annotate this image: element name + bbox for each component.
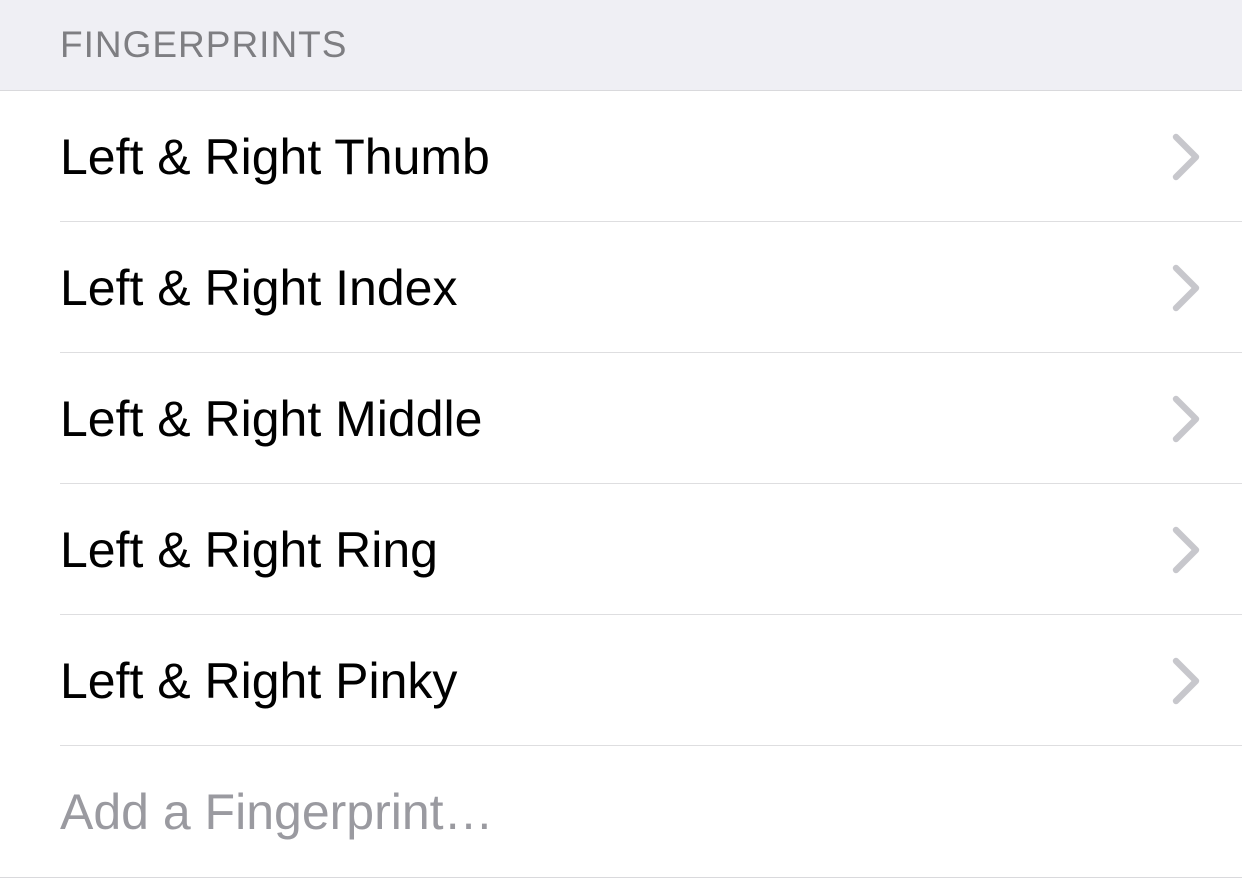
- section-header-fingerprints: FINGERPRINTS: [0, 0, 1242, 90]
- chevron-right-icon: [1172, 395, 1200, 443]
- fingerprint-item-index[interactable]: Left & Right Index: [0, 222, 1242, 353]
- fingerprint-item-label: Left & Right Thumb: [60, 128, 1172, 186]
- fingerprint-item-label: Left & Right Middle: [60, 390, 1172, 448]
- fingerprint-item-middle[interactable]: Left & Right Middle: [0, 353, 1242, 484]
- fingerprint-item-thumb[interactable]: Left & Right Thumb: [0, 91, 1242, 222]
- fingerprint-item-label: Left & Right Pinky: [60, 652, 1172, 710]
- add-fingerprint-button[interactable]: Add a Fingerprint…: [0, 746, 1242, 877]
- fingerprint-item-pinky[interactable]: Left & Right Pinky: [0, 615, 1242, 746]
- chevron-right-icon: [1172, 133, 1200, 181]
- chevron-right-icon: [1172, 264, 1200, 312]
- chevron-right-icon: [1172, 526, 1200, 574]
- add-fingerprint-label: Add a Fingerprint…: [60, 783, 1200, 841]
- fingerprint-item-label: Left & Right Index: [60, 259, 1172, 317]
- fingerprints-list: Left & Right Thumb Left & Right Index Le…: [0, 90, 1242, 878]
- chevron-right-icon: [1172, 657, 1200, 705]
- fingerprint-item-ring[interactable]: Left & Right Ring: [0, 484, 1242, 615]
- fingerprint-item-label: Left & Right Ring: [60, 521, 1172, 579]
